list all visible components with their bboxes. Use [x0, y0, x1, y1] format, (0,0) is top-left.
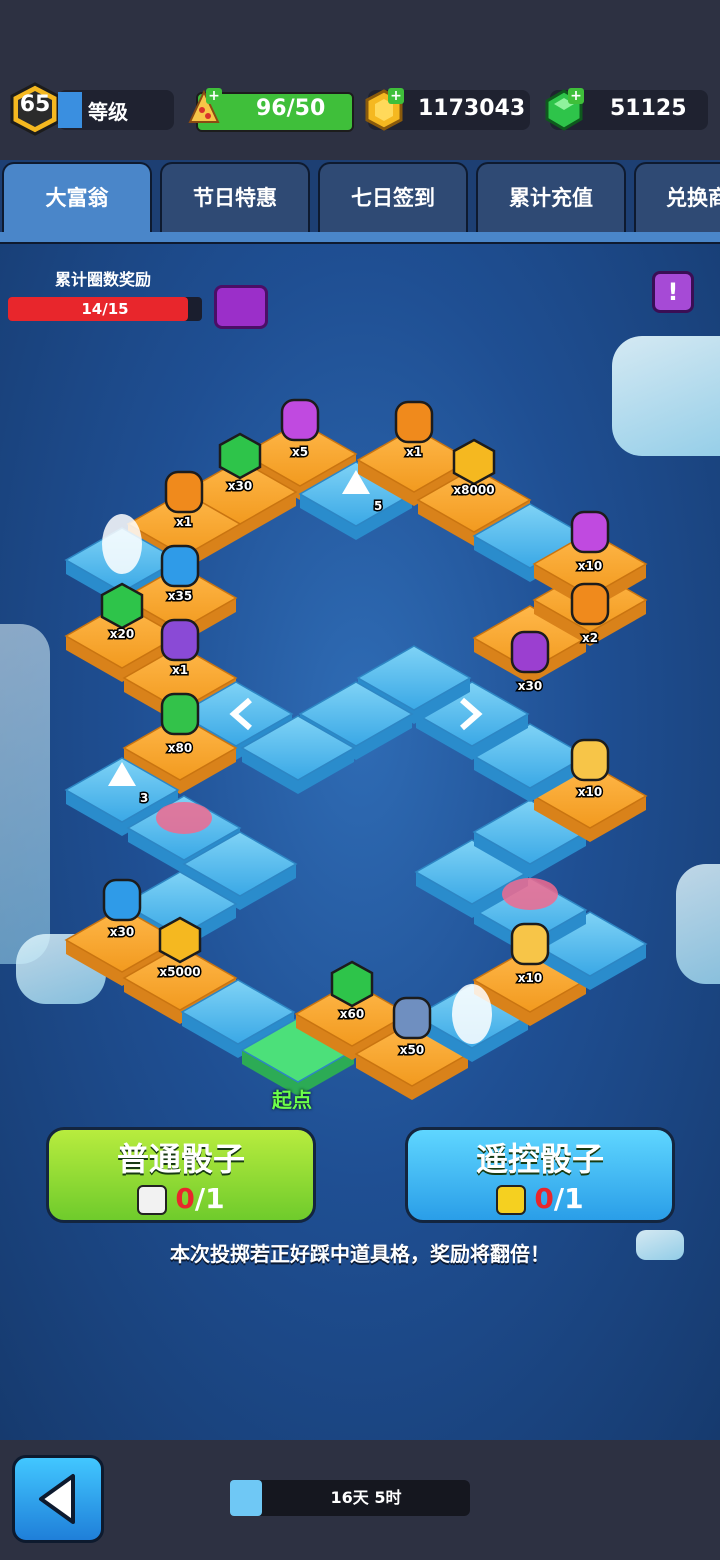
reward-amount-label: x1 [406, 445, 422, 459]
pizza-icon [510, 922, 550, 966]
potion-blue-icon [102, 878, 142, 922]
reward-amount-label: x1 [172, 663, 188, 677]
top-resource-bar [0, 0, 720, 160]
reward-amount-label: x1 [176, 515, 192, 529]
normal-dice-title: 普通骰子 [116, 1140, 245, 1178]
level-number: 65 [19, 92, 51, 117]
start-label: 起点 [272, 1088, 312, 1112]
add-pizza-icon[interactable]: + [206, 88, 222, 104]
character-icon [510, 630, 550, 674]
tab-seven-day-checkin[interactable]: 七日签到 [318, 162, 468, 234]
reward-amount-label: x10 [518, 971, 542, 985]
skull-trap-icon [502, 878, 558, 910]
reward-amount-label: x10 [578, 785, 602, 799]
yellow-die-icon [496, 1185, 527, 1215]
reward-amount-label: x8000 [453, 483, 494, 497]
reward-amount-label: x30 [228, 479, 252, 493]
add-coin-icon[interactable]: + [388, 88, 404, 104]
arrow-step-number: 3 [140, 791, 148, 805]
arrow-step-number: 5 [374, 499, 382, 513]
potion-orange-icon [164, 470, 204, 514]
reward-amount-label: x80 [168, 741, 192, 755]
gem-icon [330, 960, 374, 1008]
game-board: x30 x5 x1 x8000 x1 x35 x20 x1 x80 x10 x2 x30 x10 x30 x… [64, 398, 648, 1100]
potion-green-icon [160, 692, 200, 736]
reward-amount-label: x5000 [159, 965, 200, 979]
reward-amount-label: x5 [292, 445, 308, 459]
reward-amount-label: x10 [578, 559, 602, 573]
potion-orange-icon [570, 582, 610, 626]
potion-purple-icon [280, 398, 320, 442]
hourglass-icon [230, 1480, 262, 1516]
remote-dice-title: 遥控骰子 [475, 1140, 604, 1178]
teleport-glow-icon [102, 514, 142, 574]
level-progress-bar [58, 92, 82, 128]
pizza-icon [570, 738, 610, 782]
key-icon [160, 618, 200, 662]
potion-purple-icon [570, 510, 610, 554]
reward-amount-label: x20 [110, 627, 134, 641]
back-button[interactable] [12, 1455, 104, 1543]
white-die-icon [137, 1185, 168, 1215]
tab-holiday-deals[interactable]: 节日特惠 [160, 162, 310, 234]
reward-amount-label: x60 [340, 1007, 364, 1021]
gem-icon [100, 582, 144, 630]
tab-monopoly[interactable]: 大富翁 [2, 162, 152, 234]
reward-amount-label: x35 [168, 589, 192, 603]
double-reward-hint: 本次投掷若正好踩中道具格，奖励将翻倍！ [170, 1242, 550, 1266]
reward-amount-label: x50 [400, 1043, 424, 1057]
reward-amount-label: x30 [518, 679, 542, 693]
potion-blue-icon [160, 544, 200, 588]
pizza-count: 96/50 [256, 96, 326, 121]
tab-exchange-shop[interactable]: 兑换商 [634, 162, 720, 234]
normal-dice-button[interactable]: 普通骰子 0/1 [46, 1127, 316, 1223]
wrench-icon [392, 996, 432, 1040]
reward-amount-label: x30 [110, 925, 134, 939]
level-label: 等级 [88, 100, 128, 124]
gem-icon [218, 432, 262, 480]
add-gem-icon[interactable]: + [568, 88, 584, 104]
coin-icon [452, 438, 496, 486]
normal-dice-count: 0/1 [49, 1182, 313, 1215]
coin-count: 1173043 [418, 96, 526, 121]
event-timer-text: 16天 5时 [330, 1488, 402, 1507]
remote-dice-count: 0/1 [408, 1182, 672, 1215]
coin-icon [158, 916, 202, 964]
back-arrow-icon [39, 1474, 75, 1524]
reward-amount-label: x2 [582, 631, 598, 645]
potion-orange-icon [394, 400, 434, 444]
gem-count: 51125 [610, 96, 687, 121]
skull-trap-icon [156, 802, 212, 834]
teleport-glow-icon [452, 984, 492, 1044]
remote-dice-button[interactable]: 遥控骰子 0/1 [405, 1127, 675, 1223]
tab-cumulative-recharge[interactable]: 累计充值 [476, 162, 626, 234]
tab-underline [0, 232, 720, 244]
